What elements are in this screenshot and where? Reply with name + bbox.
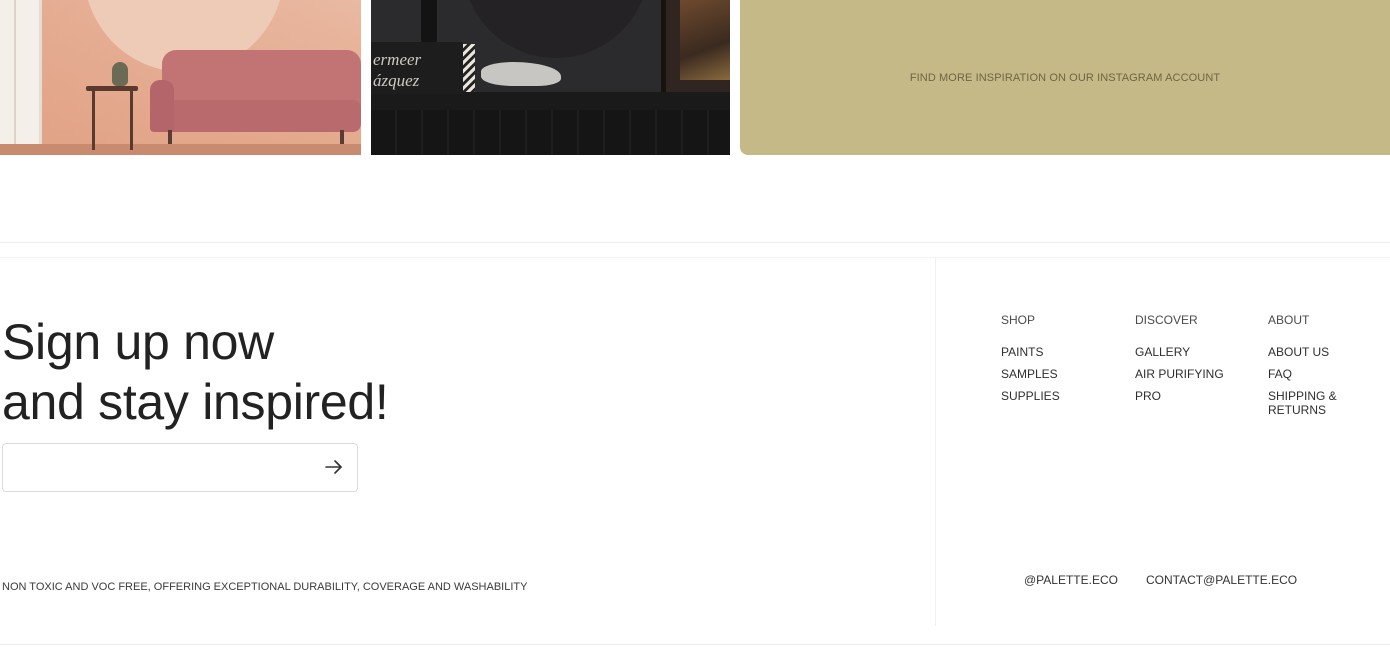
nav-link-supplies[interactable]: SUPPLIES xyxy=(1001,389,1111,403)
bottle-art xyxy=(421,0,437,44)
nav-link-about-us[interactable]: ABOUT US xyxy=(1268,345,1378,359)
nav-heading-shop: SHOP xyxy=(1001,313,1036,327)
newsletter-title-line-2: and stay inspired! xyxy=(2,374,389,430)
footer-nav-about: ABOUT ABOUT US FAQ SHIPPING & RETURNS xyxy=(1268,313,1378,425)
footer-nav-discover: DISCOVER GALLERY AIR PURIFYING PRO xyxy=(1135,313,1245,411)
gallery-image-living-room[interactable] xyxy=(0,0,361,155)
inspiration-gallery: ermeer ázquez FIND MORE INSPIRATION ON O… xyxy=(0,0,1390,155)
footer-column-divider xyxy=(935,258,936,626)
nav-link-samples[interactable]: SAMPLES xyxy=(1001,367,1111,381)
book-text-line-2: ázquez xyxy=(373,71,420,90)
newsletter-form xyxy=(2,443,358,492)
book-art: ermeer ázquez xyxy=(371,42,463,94)
contact-links: @PALETTE.ECO CONTACT@PALETTE.ECO xyxy=(1024,573,1297,587)
gallery-image-shelf[interactable]: ermeer ázquez xyxy=(371,0,730,155)
picture-frame-art xyxy=(661,0,730,92)
footer-nav-shop: SHOP PAINTS SAMPLES SUPPLIES xyxy=(1001,313,1111,411)
nav-link-shipping-returns[interactable]: SHIPPING & RETURNS xyxy=(1268,389,1348,417)
sculpture-art xyxy=(481,62,561,86)
instagram-link[interactable]: FIND MORE INSPIRATION ON OUR INSTAGRAM A… xyxy=(910,72,1220,84)
newsletter-title: Sign up now and stay inspired! xyxy=(2,312,389,432)
instagram-tile: FIND MORE INSPIRATION ON OUR INSTAGRAM A… xyxy=(740,0,1390,155)
window-art xyxy=(0,0,42,155)
brand-tagline: NON TOXIC AND VOC FREE, OFFERING EXCEPTI… xyxy=(2,581,528,593)
nav-link-paints[interactable]: PAINTS xyxy=(1001,345,1111,359)
footer-divider-top xyxy=(0,242,1390,243)
book-text-line-1: ermeer xyxy=(373,50,422,69)
nav-link-gallery[interactable]: GALLERY xyxy=(1135,345,1245,359)
instagram-handle-link[interactable]: @PALETTE.ECO xyxy=(1024,573,1118,587)
nav-link-air-purifying[interactable]: AIR PURIFYING xyxy=(1135,367,1245,381)
page: ermeer ázquez FIND MORE INSPIRATION ON O… xyxy=(0,0,1390,665)
newsletter-submit-button[interactable] xyxy=(321,455,347,481)
arrow-right-icon xyxy=(324,457,344,480)
nav-link-faq[interactable]: FAQ xyxy=(1268,367,1378,381)
nav-link-pro[interactable]: PRO xyxy=(1135,389,1245,403)
wall-circle-art xyxy=(463,0,649,58)
email-input[interactable] xyxy=(3,444,303,491)
nav-heading-about: ABOUT xyxy=(1268,313,1310,327)
footer-divider-bottom xyxy=(0,644,1390,645)
vase-art xyxy=(112,62,128,86)
contact-email-link[interactable]: CONTACT@PALETTE.ECO xyxy=(1146,573,1297,587)
nav-heading-discover: DISCOVER xyxy=(1135,313,1198,327)
newsletter-title-line-1: Sign up now xyxy=(2,314,274,370)
